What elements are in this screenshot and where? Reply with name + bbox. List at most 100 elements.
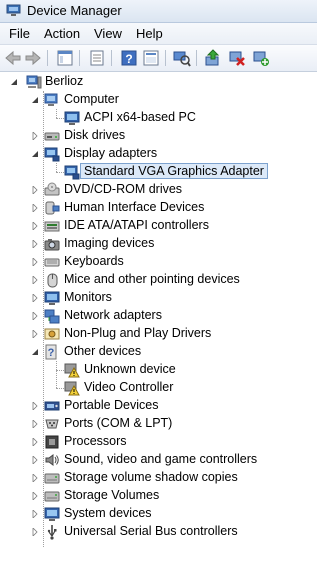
tree-device[interactable]: Unknown device [0, 361, 317, 379]
toolbar-view-icon[interactable] [142, 49, 160, 67]
tree-device[interactable]: ACPI x64-based PC [0, 109, 317, 127]
collapsed-arrow-icon[interactable] [31, 276, 39, 284]
tree-item-label: Unknown device [84, 362, 176, 376]
tree-category[interactable]: Display adapters [0, 145, 317, 163]
tree-category[interactable]: IDE ATA/ATAPI controllers [0, 217, 317, 235]
camera-icon [44, 239, 60, 251]
tree-device[interactable]: Video Controller [0, 379, 317, 397]
tree-item-label: Ports (COM & LPT) [64, 416, 173, 430]
collapsed-arrow-icon[interactable] [31, 258, 39, 266]
tree-item-label: Sound, video and game controllers [64, 452, 258, 466]
collapsed-arrow-icon[interactable] [31, 420, 39, 428]
collapsed-arrow-icon[interactable] [31, 204, 39, 212]
tree-item-label: System devices [64, 506, 152, 520]
computer-icon [26, 75, 42, 89]
tree-category[interactable]: Ports (COM & LPT) [0, 415, 317, 433]
expanded-arrow-icon[interactable] [31, 96, 39, 104]
tree-category[interactable]: Portable Devices [0, 397, 317, 415]
tree-root[interactable]: Berlioz [0, 73, 317, 91]
tree-device[interactable]: Standard VGA Graphics Adapter [0, 163, 317, 181]
collapsed-arrow-icon[interactable] [31, 294, 39, 302]
tree-category[interactable]: Monitors [0, 289, 317, 307]
tree-item-label: Mice and other pointing devices [64, 272, 240, 286]
tree-category[interactable]: Keyboards [0, 253, 317, 271]
window-title: Device Manager [27, 3, 122, 18]
svg-text:?: ? [48, 347, 55, 359]
tree-category[interactable]: Non-Plug and Play Drivers [0, 325, 317, 343]
toolbar: ? [0, 45, 317, 72]
tree-item-label: Portable Devices [64, 398, 159, 412]
tree-item-label: Video Controller [84, 380, 174, 394]
expanded-arrow-icon[interactable] [31, 348, 39, 356]
keyboard-icon [44, 258, 60, 267]
disk-icon [44, 132, 60, 141]
scan-hardware-icon[interactable] [173, 49, 191, 67]
tree-root-label: Berlioz [45, 74, 84, 88]
hid-icon [45, 201, 60, 215]
tree-category[interactable]: DVD/CD-ROM drives [0, 181, 317, 199]
collapsed-arrow-icon[interactable] [31, 474, 39, 482]
tree-item-label: Processors [64, 434, 127, 448]
tree-item-label: Keyboards [64, 254, 124, 268]
collapsed-arrow-icon[interactable] [31, 528, 39, 536]
collapsed-arrow-icon[interactable] [31, 438, 39, 446]
network-icon [44, 309, 60, 324]
menu-file[interactable]: File [9, 26, 30, 41]
collapsed-arrow-icon[interactable] [31, 456, 39, 464]
collapsed-arrow-icon[interactable] [31, 222, 39, 230]
display-adapter-icon [64, 165, 80, 180]
menu-view[interactable]: View [94, 26, 122, 41]
ide-icon [44, 221, 60, 232]
device-tree[interactable]: Berlioz Computer ACPI x64-based PC Disk dr… [0, 72, 317, 585]
tree-item-label: Non-Plug and Play Drivers [64, 326, 212, 340]
cpu-icon [45, 435, 59, 449]
enable-device-icon[interactable] [252, 49, 270, 67]
tree-category[interactable]: Storage volume shadow copies [0, 469, 317, 487]
tree-category[interactable]: Computer [0, 91, 317, 109]
tree-item-label: Disk drives [64, 128, 126, 142]
tree-category[interactable]: Human Interface Devices [0, 199, 317, 217]
toolbar-separator [165, 50, 166, 66]
disable-device-icon[interactable] [228, 49, 246, 67]
update-driver-icon[interactable] [204, 49, 222, 67]
tree-item-label: IDE ATA/ATAPI controllers [64, 218, 209, 232]
tree-item-label: Universal Serial Bus controllers [64, 524, 238, 538]
forward-icon[interactable] [24, 49, 42, 67]
expanded-arrow-icon[interactable] [10, 78, 18, 86]
tree-category[interactable]: Imaging devices [0, 235, 317, 253]
tree-category[interactable]: Storage Volumes [0, 487, 317, 505]
tree-category[interactable]: Sound, video and game controllers [0, 451, 317, 469]
port-icon [45, 419, 59, 429]
tree-category[interactable]: Mice and other pointing devices [0, 271, 317, 289]
show-hide-console-tree-icon[interactable] [56, 49, 74, 67]
collapsed-arrow-icon[interactable] [31, 402, 39, 410]
tree-category[interactable]: System devices [0, 505, 317, 523]
collapsed-arrow-icon[interactable] [31, 132, 39, 140]
tree-category[interactable]: Processors [0, 433, 317, 451]
properties-icon[interactable] [88, 49, 106, 67]
expanded-arrow-icon[interactable] [31, 150, 39, 158]
toolbar-separator [196, 50, 197, 66]
collapsed-arrow-icon[interactable] [31, 186, 39, 194]
collapsed-arrow-icon[interactable] [31, 312, 39, 320]
tree-category[interactable]: Disk drives [0, 127, 317, 145]
tree-category[interactable]: ? Other devices [0, 343, 317, 361]
tree-item-label: ACPI x64-based PC [84, 110, 196, 124]
collapsed-arrow-icon[interactable] [31, 492, 39, 500]
collapsed-arrow-icon[interactable] [31, 330, 39, 338]
tree-item-label: Computer [64, 92, 119, 106]
collapsed-arrow-icon[interactable] [31, 510, 39, 518]
menu-help[interactable]: Help [136, 26, 163, 41]
tree-item-label: Network adapters [64, 308, 162, 322]
back-icon[interactable] [4, 49, 22, 67]
warning-icon [64, 363, 80, 378]
tree-category[interactable]: Network adapters [0, 307, 317, 325]
help-icon[interactable]: ? [120, 49, 138, 67]
tree-item-label: Standard VGA Graphics Adapter [80, 163, 268, 179]
collapsed-arrow-icon[interactable] [31, 240, 39, 248]
monitor-icon [44, 291, 60, 305]
svg-text:?: ? [125, 52, 132, 66]
tree-category[interactable]: Universal Serial Bus controllers [0, 523, 317, 541]
other-devices-icon: ? [45, 344, 57, 360]
menu-action[interactable]: Action [44, 26, 80, 41]
